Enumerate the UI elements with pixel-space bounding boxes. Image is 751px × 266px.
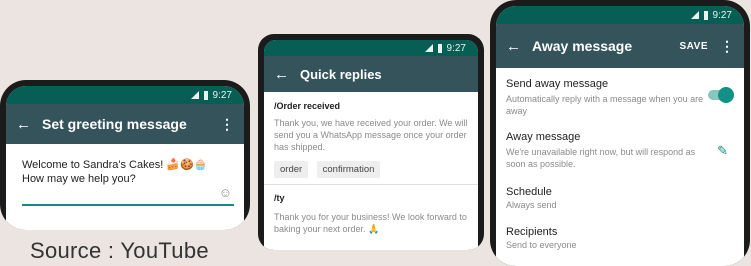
more-options-icon[interactable]: ⋮	[220, 116, 234, 133]
phone-greeting: 9:27 ← Set greeting message ⋮ Welcome to…	[0, 80, 250, 230]
quick-replies-screen: 9:27 ← Quick replies /Order received Tha…	[264, 40, 478, 250]
signal-icon	[424, 44, 433, 52]
away-screen: 9:27 ← Away message SAVE ⋮ Send away mes…	[496, 6, 744, 266]
send-away-setting[interactable]: Send away message Automatically reply wi…	[496, 68, 744, 121]
recipients-setting[interactable]: Recipients Send to everyone	[496, 214, 744, 254]
back-arrow-icon[interactable]: ←	[506, 38, 532, 55]
away-message-setting[interactable]: Away message We're unavailable right now…	[496, 121, 744, 174]
status-bar: 9:27	[6, 86, 244, 104]
page-title: Away message	[532, 38, 633, 54]
save-button[interactable]: SAVE	[680, 41, 709, 52]
toggle-knob	[718, 87, 734, 103]
greeting-appbar: ← Set greeting message ⋮	[6, 104, 244, 144]
quick-reply-shortcut: /Order received	[274, 101, 341, 111]
battery-icon	[203, 90, 208, 100]
keyword-chip: order	[274, 161, 309, 178]
signal-icon	[690, 11, 699, 19]
quick-reply-shortcut: /ty	[274, 193, 285, 203]
send-away-toggle[interactable]	[708, 87, 734, 103]
edit-pencil-icon[interactable]: ✎	[717, 143, 728, 159]
source-caption: Source : YouTube	[30, 238, 209, 263]
away-appbar: ← Away message SAVE ⋮	[496, 24, 744, 68]
more-options-icon[interactable]: ⋮	[720, 38, 734, 55]
battery-icon	[437, 43, 442, 53]
back-arrow-icon[interactable]: ←	[274, 66, 300, 83]
send-away-description: Automatically reply with a message when …	[506, 94, 704, 116]
away-message-text: We're unavailable right now, but will re…	[506, 147, 696, 169]
phone-away-message: 9:27 ← Away message SAVE ⋮ Send away mes…	[490, 0, 750, 266]
quick-reply-message: Thank you, we have received your order. …	[274, 118, 468, 152]
status-time: 9:27	[212, 89, 232, 101]
schedule-setting[interactable]: Schedule Always send	[496, 174, 744, 214]
recipients-label: Recipients	[506, 226, 558, 238]
greeting-line-2: How may we help you?	[22, 173, 136, 185]
schedule-value: Always send	[506, 200, 557, 210]
status-bar: 9:27	[264, 40, 478, 56]
greeting-message-field[interactable]: Welcome to Sandra's Cakes! 🍰🍪🧁 How may w…	[22, 158, 234, 206]
status-bar: 9:27	[496, 6, 744, 24]
phone-quick-replies: 9:27 ← Quick replies /Order received Tha…	[258, 34, 484, 250]
back-arrow-icon[interactable]: ←	[16, 116, 42, 133]
battery-icon	[703, 10, 708, 20]
status-time: 9:27	[446, 42, 466, 54]
quick-reply-message: Thank you for your business! We look for…	[274, 212, 467, 234]
recipients-value: Send to everyone	[506, 240, 577, 250]
quick-reply-item[interactable]: /ty Thank you for your business! We look…	[264, 185, 478, 241]
page-title: Set greeting message	[42, 116, 187, 132]
greeting-line-1: Welcome to Sandra's Cakes! 🍰🍪🧁	[22, 159, 208, 171]
greeting-screen: 9:27 ← Set greeting message ⋮ Welcome to…	[6, 86, 244, 230]
emoji-icon[interactable]: ☺	[219, 185, 232, 200]
quick-replies-appbar: ← Quick replies	[264, 56, 478, 92]
keyword-chip: confirmation	[316, 161, 381, 178]
signal-icon	[190, 91, 199, 99]
away-message-label: Away message	[506, 131, 581, 143]
send-away-label: Send away message	[506, 78, 609, 90]
quick-reply-item[interactable]: /Order received Thank you, we have recei…	[264, 92, 478, 185]
page-title: Quick replies	[300, 66, 382, 82]
schedule-label: Schedule	[506, 186, 552, 198]
status-time: 9:27	[712, 9, 732, 21]
